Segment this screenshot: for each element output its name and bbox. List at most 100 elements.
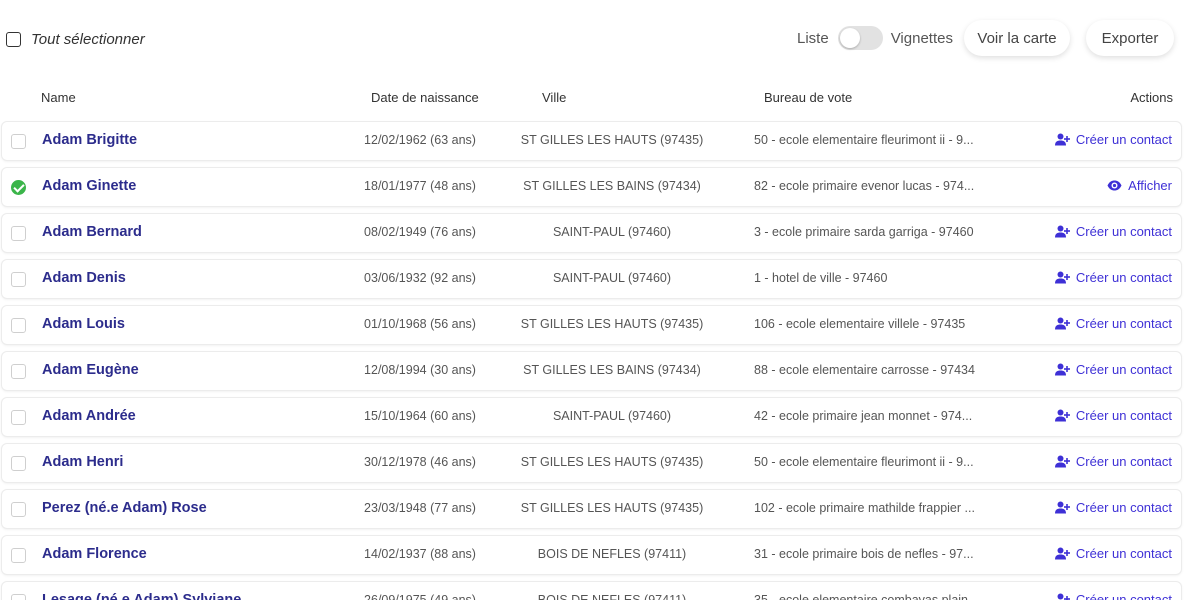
table-row[interactable]: Adam Florence 14/02/1937 (88 ans) BOIS DE … <box>2 536 1181 574</box>
column-header-city: Ville <box>542 90 567 105</box>
row-city: BOIS DE NEFLES (97411) <box>537 547 687 561</box>
create-contact-button[interactable]: Créer un contact <box>1054 546 1172 561</box>
switch-knob <box>839 28 860 48</box>
row-city: ST GILLES LES BAINS (97434) <box>523 363 701 377</box>
table-row[interactable]: Adam Bernard 08/02/1949 (76 ans) SAINT-PAU… <box>2 214 1181 252</box>
row-checkbox[interactable] <box>11 134 26 149</box>
row-name-link[interactable]: Adam Henri <box>42 454 123 470</box>
row-name-link[interactable]: Perez (né.e Adam) Rose <box>42 500 207 516</box>
row-name-link[interactable]: Adam Eugène <box>42 362 139 378</box>
view-list-label: Liste <box>797 29 829 47</box>
row-name-link[interactable]: Adam Denis <box>42 270 126 286</box>
table-row[interactable]: Adam Ginette 18/01/1977 (48 ans) ST GILLES… <box>2 168 1181 206</box>
select-all-checkbox[interactable]: Tout sélectionner <box>6 31 145 48</box>
row-city: ST GILLES LES HAUTS (97435) <box>520 501 704 515</box>
select-all-label: Tout sélectionner <box>31 31 145 48</box>
action-label: Créer un contact <box>1075 316 1172 331</box>
row-checkbox[interactable] <box>11 456 26 471</box>
action-label: Créer un contact <box>1075 454 1172 469</box>
action-label: Créer un contact <box>1075 362 1172 377</box>
action-label: Créer un contact <box>1075 132 1172 147</box>
row-city: ST GILLES LES HAUTS (97435) <box>520 133 704 147</box>
table-row[interactable]: Adam Louis 01/10/1968 (56 ans) ST GILLES L… <box>2 306 1181 344</box>
row-polling-station: 42 - ecole primaire jean monnet - 974... <box>754 409 973 423</box>
create-contact-button[interactable]: Créer un contact <box>1054 132 1172 147</box>
column-header-polling-station: Bureau de vote <box>764 90 853 105</box>
action-label: Créer un contact <box>1075 224 1172 239</box>
table-row[interactable]: Adam Denis 03/06/1932 (92 ans) SAINT-PAUL … <box>2 260 1181 298</box>
row-name-link[interactable]: Adam Brigitte <box>42 132 137 148</box>
view-mode-switch[interactable] <box>837 26 883 50</box>
table-row[interactable]: Adam Eugène 12/08/1994 (30 ans) ST GILLES … <box>2 352 1181 390</box>
row-checkbox[interactable] <box>11 594 26 600</box>
row-checkbox[interactable] <box>11 272 26 287</box>
row-checkbox[interactable] <box>11 410 26 425</box>
row-city: ST GILLES LES BAINS (97434) <box>523 179 701 193</box>
row-city: ST GILLES LES HAUTS (97435) <box>520 317 704 331</box>
view-button[interactable]: Afficher <box>1107 178 1172 193</box>
row-polling-station: 35 - ecole elementaire combavas plain... <box>754 593 979 600</box>
row-polling-station: 106 - ecole elementaire villele - 97435 <box>754 317 966 331</box>
row-polling-station: 1 - hotel de ville - 97460 <box>754 271 888 285</box>
create-contact-button[interactable]: Créer un contact <box>1054 408 1172 423</box>
table-row[interactable]: Perez (né.e Adam) Rose 23/03/1948 (77 ans… <box>2 490 1181 528</box>
table-row[interactable]: Adam Brigitte 12/02/1962 (63 ans) ST GILLE… <box>2 122 1181 160</box>
row-city: SAINT-PAUL (97460) <box>552 271 672 285</box>
user-plus-icon <box>1054 133 1070 146</box>
action-label: Créer un contact <box>1075 270 1172 285</box>
action-label: Créer un contact <box>1075 546 1172 561</box>
row-name-link[interactable]: Adam Louis <box>42 316 125 332</box>
action-label: Créer un contact <box>1075 592 1172 600</box>
create-contact-button[interactable]: Créer un contact <box>1054 454 1172 469</box>
create-contact-button[interactable]: Créer un contact <box>1054 224 1172 239</box>
row-polling-station: 31 - ecole primaire bois de nefles - 97.… <box>754 547 974 561</box>
user-plus-icon <box>1054 363 1070 376</box>
table-row[interactable]: Lesage (né.e Adam) Sylviane 26/09/1975 (4… <box>2 582 1181 600</box>
row-polling-station: 82 - ecole primaire evenor lucas - 974..… <box>754 179 975 193</box>
table-row[interactable]: Adam Andrée 15/10/1964 (60 ans) SAINT-PAUL… <box>2 398 1181 436</box>
create-contact-button[interactable]: Créer un contact <box>1054 362 1172 377</box>
row-checkbox[interactable] <box>11 226 26 241</box>
row-polling-station: 102 - ecole primaire mathilde frappier .… <box>754 501 975 515</box>
row-city: SAINT-PAUL (97460) <box>552 409 672 423</box>
create-contact-button[interactable]: Créer un contact <box>1054 500 1172 515</box>
row-checkbox[interactable] <box>11 364 26 379</box>
row-name-link[interactable]: Adam Ginette <box>42 178 136 194</box>
view-map-button[interactable]: Voir la carte <box>964 20 1070 56</box>
column-header-birth-date: Date de naissance <box>371 90 479 105</box>
user-plus-icon <box>1054 547 1070 560</box>
row-checkbox[interactable] <box>11 180 26 195</box>
row-name-link[interactable]: Adam Florence <box>42 546 147 562</box>
row-polling-station: 3 - ecole primaire sarda garriga - 97460 <box>754 225 974 239</box>
select-all-box[interactable] <box>6 32 21 47</box>
row-name-link[interactable]: Lesage (né.e Adam) Sylviane <box>42 592 241 600</box>
row-name-link[interactable]: Adam Andrée <box>42 408 136 424</box>
row-checkbox[interactable] <box>11 502 26 517</box>
user-plus-icon <box>1054 317 1070 330</box>
eye-icon <box>1107 180 1122 191</box>
row-polling-station: 50 - ecole elementaire fleurimont ii - 9… <box>754 455 974 469</box>
row-polling-station: 50 - ecole elementaire fleurimont ii - 9… <box>754 133 974 147</box>
view-toggle: Liste Vignettes <box>797 26 953 50</box>
user-plus-icon <box>1054 409 1070 422</box>
user-plus-icon <box>1054 501 1070 514</box>
row-checkbox[interactable] <box>11 318 26 333</box>
create-contact-button[interactable]: Créer un contact <box>1054 316 1172 331</box>
toolbar: Tout sélectionner Liste Vignettes Voir l… <box>0 0 1184 76</box>
row-city: ST GILLES LES HAUTS (97435) <box>520 455 704 469</box>
user-plus-icon <box>1054 225 1070 238</box>
export-button[interactable]: Exporter <box>1086 20 1174 56</box>
action-label: Créer un contact <box>1075 408 1172 423</box>
user-plus-icon <box>1057 593 1070 600</box>
column-header-actions: Actions <box>1130 90 1173 105</box>
create-contact-button[interactable]: Créer un contact <box>1054 270 1172 285</box>
row-name-link[interactable]: Adam Bernard <box>42 224 142 240</box>
table-row[interactable]: Adam Henri 30/12/1978 (46 ans) ST GILLES L… <box>2 444 1181 482</box>
row-city: BOIS DE NEFLES (97411) <box>537 593 687 600</box>
user-plus-icon <box>1054 271 1070 284</box>
row-polling-station: 88 - ecole elementaire carrosse - 97434 <box>754 363 975 377</box>
view-grid-label: Vignettes <box>890 29 953 47</box>
row-checkbox[interactable] <box>11 548 26 563</box>
user-plus-icon <box>1054 455 1070 468</box>
create-contact-button[interactable]: Créer un contact <box>1055 592 1172 600</box>
